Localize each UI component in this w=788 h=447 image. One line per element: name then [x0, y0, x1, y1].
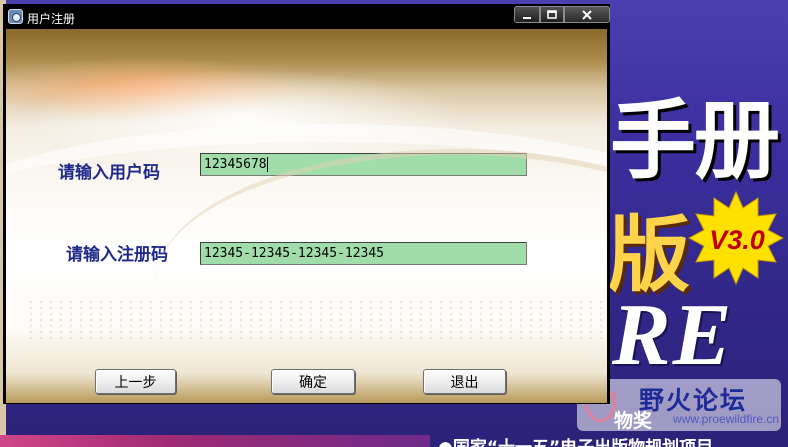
dialog-title: 用户注册	[27, 12, 76, 26]
background-bottom-text: ●国家“十一五”电子出版物规划项目	[438, 433, 713, 447]
maximize-button[interactable]	[540, 6, 564, 23]
forum-url: www.proewildfire.cn	[673, 412, 780, 426]
maximize-icon	[547, 9, 557, 19]
background-title: 手册	[610, 90, 780, 191]
text-caret	[266, 157, 268, 172]
exit-button[interactable]: 退出	[423, 369, 506, 394]
confirm-button[interactable]: 确定	[271, 369, 355, 394]
registration-code-value: 12345-12345-12345-12345	[204, 246, 385, 261]
registration-code-label: 请输入注册码	[66, 245, 168, 265]
app-disc-icon[interactable]	[8, 9, 23, 24]
background-product-name: RE	[612, 287, 734, 384]
dialog-client-area: 请输入用户码 12345678 请输入注册码 12345-12345-12345…	[6, 29, 607, 403]
minimize-icon	[523, 16, 531, 19]
user-code-label: 请输入用户码	[58, 163, 160, 183]
minimize-button[interactable]	[514, 6, 540, 23]
close-button[interactable]	[564, 6, 610, 23]
background-version: V3.0	[709, 225, 765, 255]
registration-dialog: 用户注册 请输入用户码 12345678 请输入注册码 12345-12345-…	[3, 4, 610, 404]
window-controls	[514, 6, 610, 24]
user-code-input[interactable]: 12345678	[200, 153, 527, 176]
dialog-titlebar[interactable]: 用户注册	[4, 5, 610, 29]
close-icon	[582, 9, 592, 20]
decorative-dot-pattern	[26, 299, 606, 339]
user-code-value: 12345678	[204, 157, 267, 172]
previous-step-button[interactable]: 上一步	[95, 369, 176, 394]
registration-code-input[interactable]: 12345-12345-12345-12345	[200, 242, 527, 265]
background-bottom-strip	[0, 435, 430, 447]
